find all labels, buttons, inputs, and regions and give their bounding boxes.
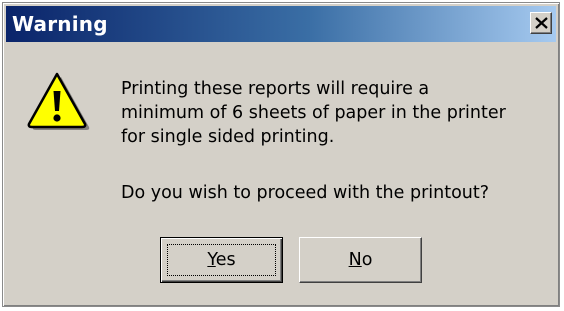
proceed-question: Do you wish to proceed with the printout…	[121, 183, 490, 203]
close-button[interactable]	[530, 12, 552, 34]
yes-mnemonic: Y	[207, 250, 216, 270]
warning-message: Printing these reports will require a mi…	[121, 77, 546, 149]
message-line: for single sided printing.	[121, 127, 335, 147]
window-title: Warning	[12, 12, 108, 36]
yes-label-rest: es	[215, 250, 236, 270]
no-button-label: No	[349, 250, 373, 270]
no-button[interactable]: No	[299, 237, 422, 283]
message-line: minimum of 6 sheets of paper in the prin…	[121, 103, 506, 123]
no-label-rest: o	[361, 250, 373, 270]
no-mnemonic: N	[348, 250, 362, 270]
yes-button[interactable]: Yes	[160, 237, 283, 283]
message-line: Printing these reports will require a	[121, 79, 430, 99]
warning-exclamation-icon	[27, 72, 90, 130]
title-bar[interactable]: Warning	[6, 6, 556, 42]
warning-dialog: Warning Printing these reports will requ…	[2, 2, 560, 307]
close-x-icon	[535, 17, 548, 29]
focus-rectangle: Yes	[167, 244, 276, 276]
yes-button-label: Yes	[207, 250, 235, 270]
